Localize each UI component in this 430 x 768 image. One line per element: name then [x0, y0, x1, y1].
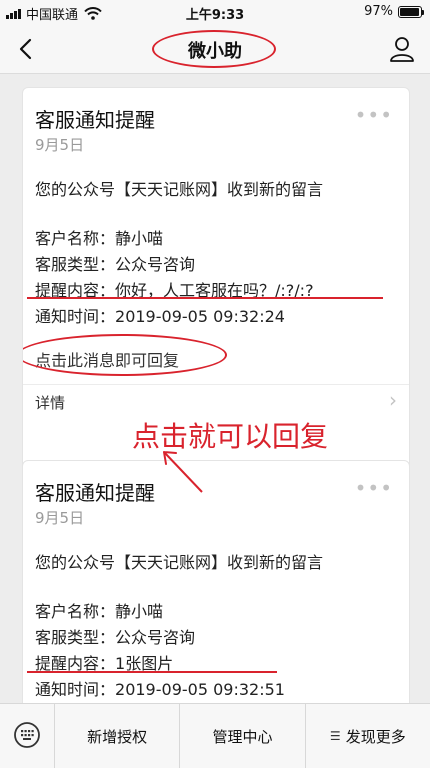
field-notify-time: 通知时间：2019-09-05 09:32:51 [35, 680, 285, 699]
person-icon[interactable] [388, 34, 416, 64]
more-icon[interactable]: ••• [355, 105, 393, 125]
field-notify-time: 通知时间：2019-09-05 09:32:24 [35, 307, 285, 326]
content-underline [27, 671, 277, 673]
title-highlight-oval [152, 30, 276, 68]
menu-management-center[interactable]: 管理中心 [180, 704, 306, 768]
message-feed[interactable]: ••• 客服通知提醒 9月5日 您的公众号【天天记账网】收到新的留言 客户名称：… [0, 75, 430, 703]
bottom-menu: 新增授权 管理中心 ☰ 发现更多 [0, 703, 430, 768]
battery-icon [398, 5, 424, 18]
card-title: 客服通知提醒 [35, 481, 155, 505]
field-customer-name: 客户名称：静小喵 [35, 602, 164, 621]
card-divider [23, 384, 409, 385]
menu-discover-more[interactable]: ☰ 发现更多 [306, 704, 430, 768]
annotation-text: 点击就可以回复 [132, 420, 329, 453]
menu-icon: ☰ [329, 729, 341, 743]
keyboard-toggle-button[interactable] [0, 704, 55, 768]
reply-highlight-oval [23, 334, 227, 376]
field-service-type: 客服类型：公众号咨询 [35, 255, 196, 274]
card-intro: 您的公众号【天天记账网】收到新的留言 [35, 553, 324, 572]
keyboard-icon [14, 722, 40, 748]
field-customer-name: 客户名称：静小喵 [35, 229, 164, 248]
menu-label: 发现更多 [345, 727, 406, 746]
card-title: 客服通知提醒 [35, 108, 155, 132]
status-right: 97% [364, 4, 424, 19]
menu-label: 新增授权 [87, 727, 148, 746]
field-service-type: 客服类型：公众号咨询 [35, 628, 196, 647]
card-date: 9月5日 [35, 136, 85, 154]
battery-percent: 97% [364, 4, 393, 19]
menu-new-authorization[interactable]: 新增授权 [55, 704, 181, 768]
nav-bar: 微小助 [0, 24, 430, 74]
content-underline [27, 297, 383, 299]
menu-label: 管理中心 [212, 727, 273, 746]
chevron-right-icon[interactable]: › [389, 388, 397, 412]
status-bar: 中国联通 上午9:33 97% [0, 0, 430, 24]
details-link[interactable]: 详情 [35, 392, 65, 413]
notification-card[interactable]: ••• 客服通知提醒 9月5日 您的公众号【天天记账网】收到新的留言 客户名称：… [22, 460, 410, 703]
card-intro: 您的公众号【天天记账网】收到新的留言 [35, 180, 324, 199]
card-date: 9月5日 [35, 509, 85, 527]
more-icon[interactable]: ••• [355, 478, 393, 498]
